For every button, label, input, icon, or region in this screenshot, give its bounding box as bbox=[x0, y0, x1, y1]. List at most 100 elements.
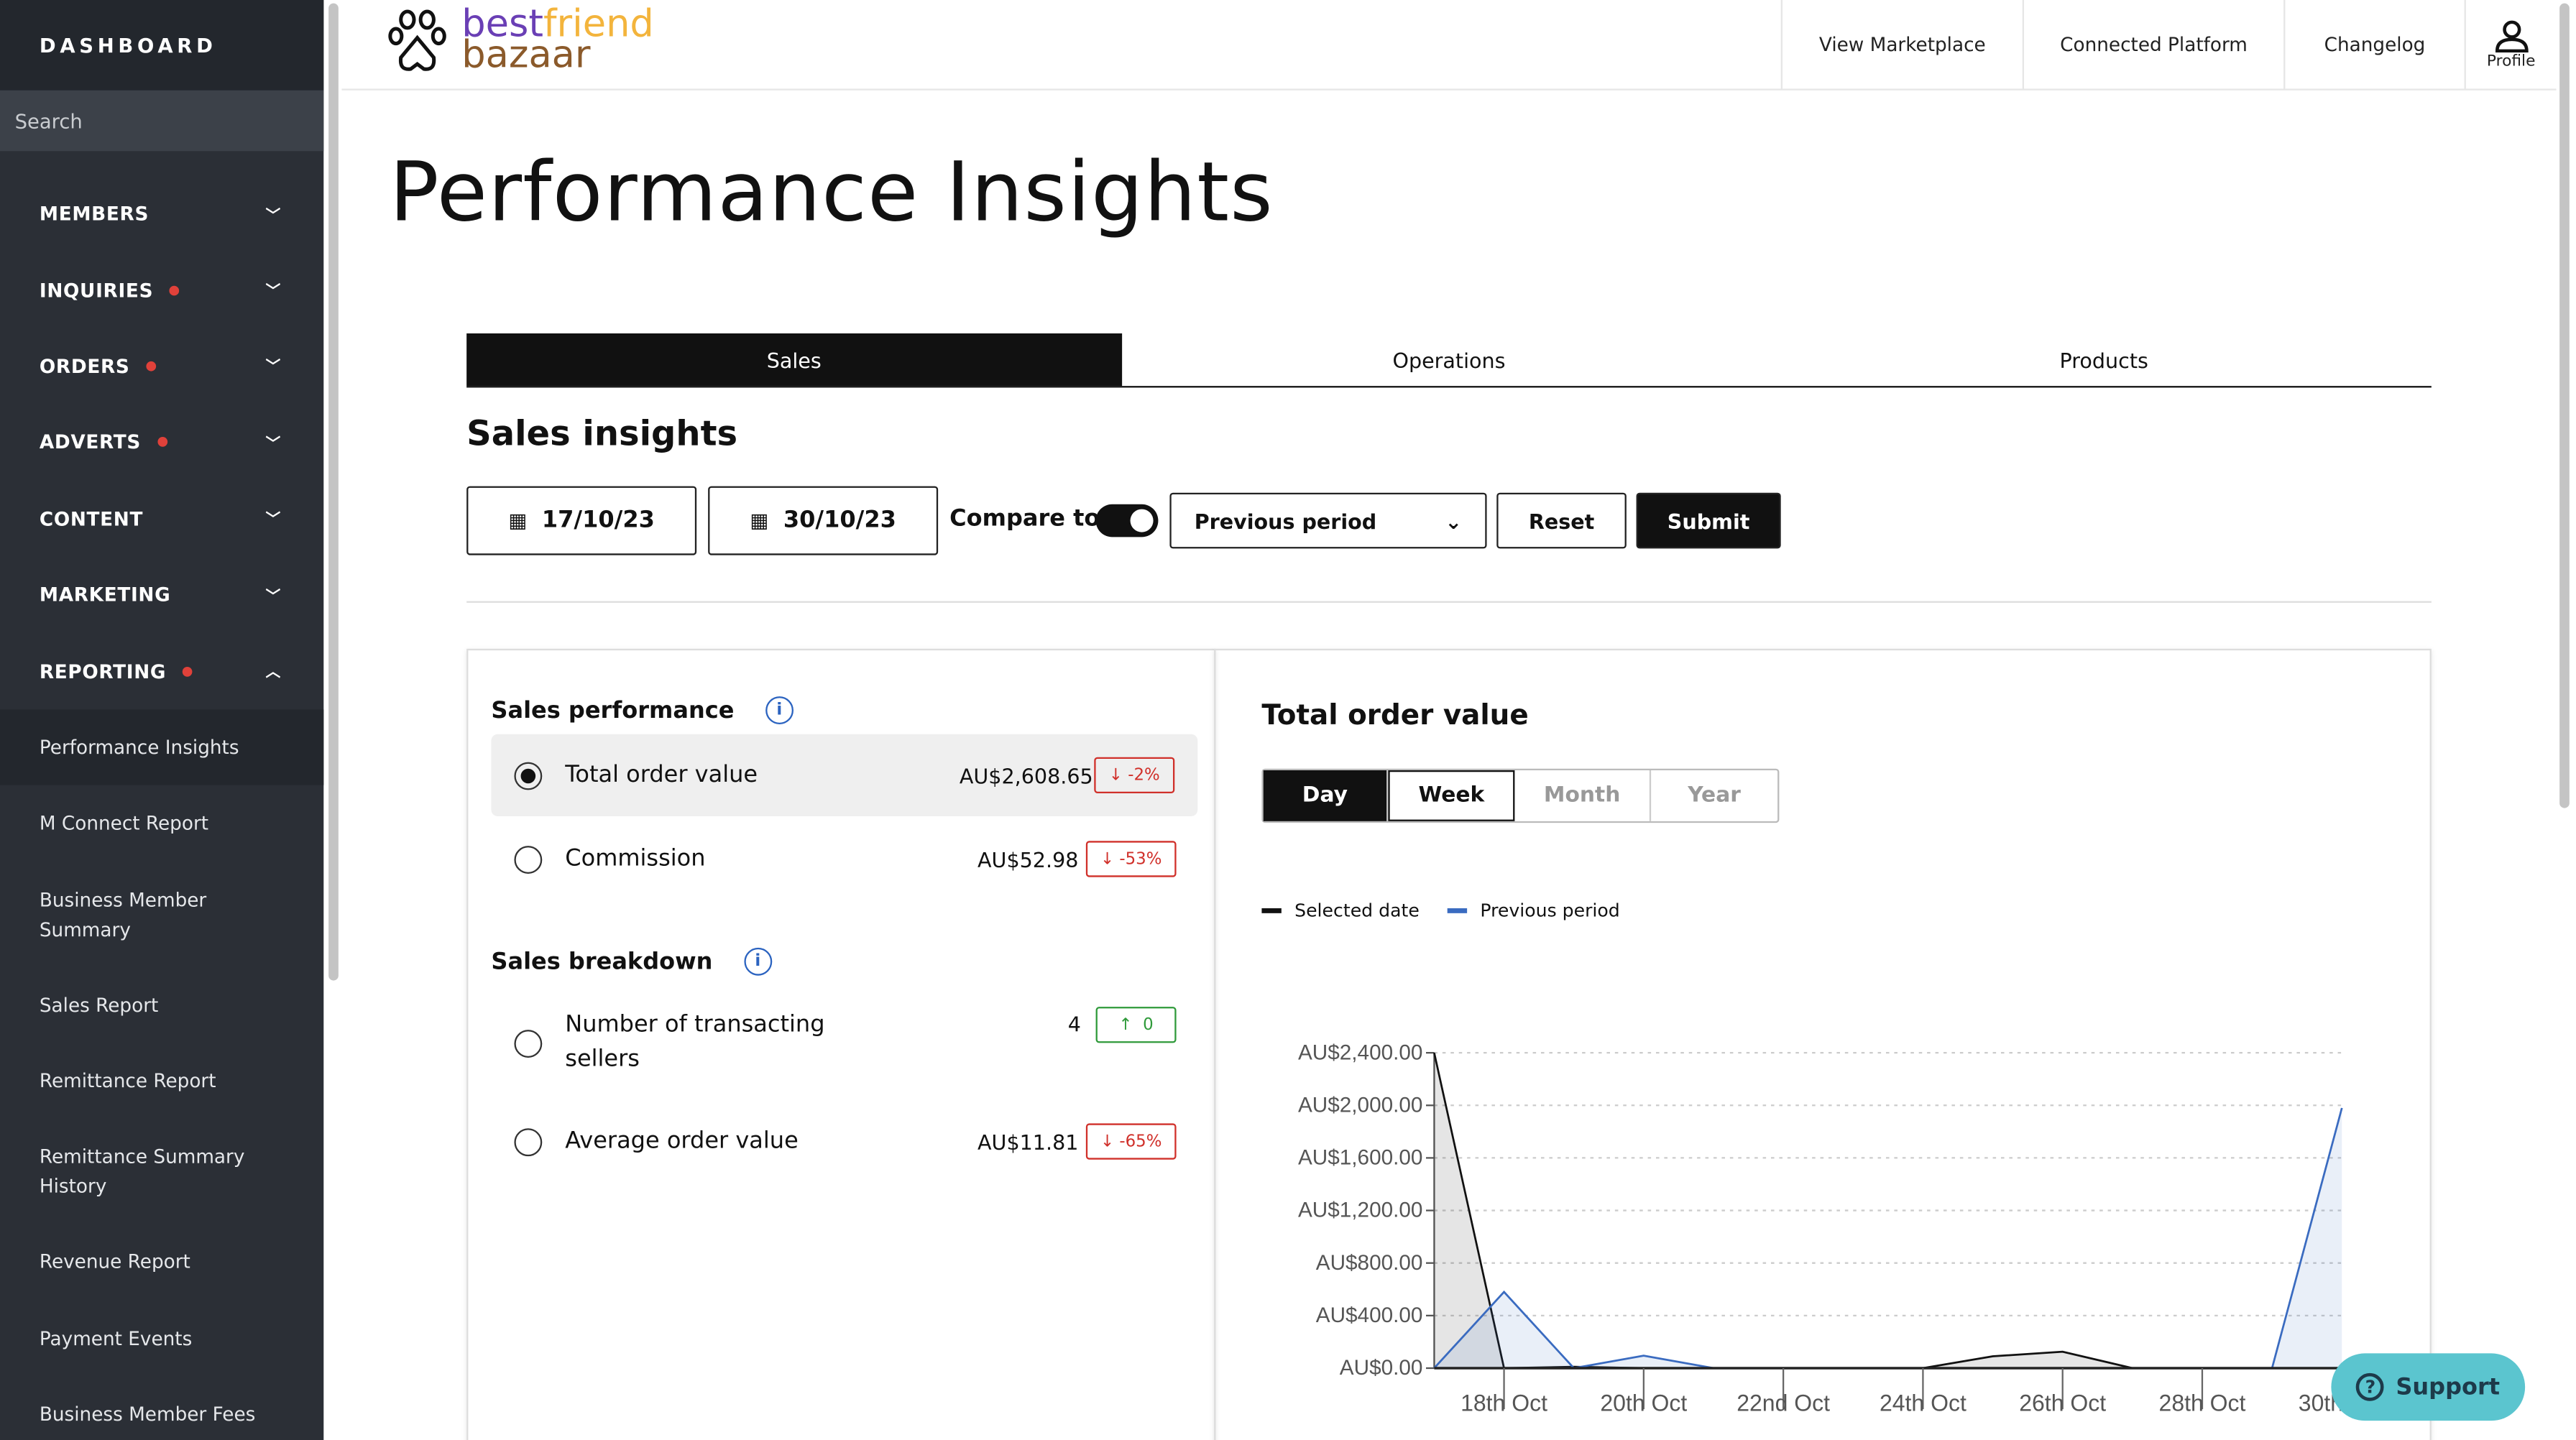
chevron-down-icon: ﹀ bbox=[265, 436, 281, 453]
section-label: MEMBERS bbox=[39, 202, 150, 226]
sidebar-item[interactable]: Remittance Summary History bbox=[0, 1119, 323, 1224]
calendar-icon: ▦ bbox=[508, 509, 528, 532]
radio-selected[interactable] bbox=[514, 761, 543, 790]
heading-text: Sales breakdown bbox=[491, 948, 713, 975]
sidebar-item-label: Business Member Fees bbox=[39, 1403, 256, 1426]
chevron-down-icon: ﹀ bbox=[265, 512, 281, 530]
paw-icon bbox=[388, 9, 446, 71]
arrow-up-icon: ↑ bbox=[1118, 1015, 1144, 1034]
x-tick-label: 26th Oct bbox=[2019, 1390, 2106, 1416]
submit-button[interactable]: Submit bbox=[1636, 492, 1781, 549]
metric-total-order-value[interactable]: Total order value AU$2,608.65 ↓ -2% bbox=[491, 734, 1198, 816]
sidebar-item-label: Remittance Report bbox=[39, 1069, 216, 1093]
sidebar-section-adverts[interactable]: ADVERTS ﹀ bbox=[0, 405, 323, 481]
radio[interactable] bbox=[514, 844, 543, 873]
chevron-down-icon: ﹀ bbox=[265, 208, 281, 225]
tab-sales[interactable]: Sales bbox=[466, 333, 1122, 387]
period-year[interactable]: Year bbox=[1651, 770, 1777, 821]
sidebar-section-content[interactable]: CONTENT ﹀ bbox=[0, 481, 323, 557]
sidebar-item[interactable]: Business Member Summary bbox=[0, 862, 323, 966]
change-badge: ↓ -53% bbox=[1085, 841, 1177, 877]
metric-value: AU$2,608.65 bbox=[959, 762, 1093, 788]
section-label: REPORTING bbox=[39, 659, 167, 683]
end-date: 30/10/23 bbox=[783, 507, 896, 534]
sidebar-item[interactable]: Business Member Fees bbox=[0, 1377, 323, 1440]
series-line bbox=[1433, 1107, 2343, 1370]
section-label: MARKETING bbox=[39, 583, 171, 606]
y-tick-label: AU$1,600.00 bbox=[1298, 1146, 1422, 1170]
nav-connected-platform[interactable]: Connected Platform bbox=[2022, 0, 2283, 89]
y-tick-label: AU$2,000.00 bbox=[1298, 1093, 1422, 1117]
section-label: ORDERS bbox=[39, 354, 130, 378]
period-selector: Day Week Month Year bbox=[1261, 768, 1780, 823]
arrow-down-icon: ↓ bbox=[1108, 766, 1128, 785]
chevron-down-icon: ⌄ bbox=[1445, 508, 1463, 533]
period-week[interactable]: Week bbox=[1388, 770, 1515, 821]
legend-selected: Selected date bbox=[1261, 900, 1420, 922]
profile-button[interactable]: Profile bbox=[2464, 0, 2557, 89]
tab-operations[interactable]: Operations bbox=[1121, 333, 1776, 386]
tab-products[interactable]: Products bbox=[1777, 333, 2432, 386]
metric-label: Total order value bbox=[565, 762, 758, 789]
period-month[interactable]: Month bbox=[1514, 770, 1652, 821]
sidebar-item[interactable]: Payment Events bbox=[0, 1301, 323, 1377]
end-date-picker[interactable]: ▦ 30/10/23 bbox=[708, 486, 939, 555]
series-area bbox=[1434, 1107, 2342, 1368]
arrow-down-icon: ↓ bbox=[1100, 1132, 1120, 1151]
info-icon[interactable]: i bbox=[765, 696, 794, 724]
top-bar: bestfriend bazaar View Marketplace Conne… bbox=[341, 0, 2557, 91]
sidebar-item[interactable]: Performance Insights bbox=[0, 709, 324, 785]
section-label: ADVERTS bbox=[39, 430, 142, 454]
x-tick-label: 24th Oct bbox=[1880, 1390, 1966, 1416]
metric-value: AU$52.98 bbox=[977, 846, 1079, 872]
sidebar-section-members[interactable]: MEMBERS ﹀ bbox=[0, 176, 323, 252]
change-badge: ↑ 0 bbox=[1095, 1007, 1177, 1043]
metric-sellers[interactable]: Number of transacting sellers 4 ↑ 0 bbox=[491, 1002, 1197, 1084]
start-date: 17/10/23 bbox=[541, 507, 655, 534]
start-date-picker[interactable]: ▦ 17/10/23 bbox=[466, 486, 697, 555]
sidebar-section-inquiries[interactable]: INQUIRIES ﹀ bbox=[0, 252, 323, 328]
support-button[interactable]: ? Support bbox=[2331, 1353, 2526, 1421]
radio[interactable] bbox=[514, 1127, 543, 1155]
reset-button[interactable]: Reset bbox=[1496, 492, 1627, 549]
sidebar-item[interactable]: Revenue Report bbox=[0, 1224, 323, 1301]
sidebar-item-label: Performance Insights bbox=[39, 735, 239, 759]
compare-select[interactable]: Previous period ⌄ bbox=[1169, 492, 1487, 549]
sidebar-item[interactable]: Remittance Report bbox=[0, 1043, 323, 1119]
notification-dot bbox=[146, 361, 157, 371]
period-day[interactable]: Day bbox=[1263, 770, 1389, 821]
metric-value: AU$11.81 bbox=[977, 1129, 1079, 1154]
nav-view-marketplace[interactable]: View Marketplace bbox=[1780, 0, 2023, 89]
sidebar-item[interactable]: M Connect Report bbox=[0, 785, 323, 862]
change-badge: ↓ -65% bbox=[1085, 1123, 1177, 1160]
y-tick-label: AU$1,200.00 bbox=[1298, 1199, 1422, 1222]
sidebar-item-label: Sales Report bbox=[39, 993, 159, 1017]
sidebar-section-orders[interactable]: ORDERS ﹀ bbox=[0, 328, 323, 405]
x-tick-label: 22nd Oct bbox=[1736, 1390, 1830, 1416]
metric-average-order-value[interactable]: Average order value AU$11.81 ↓ -65% bbox=[491, 1100, 1197, 1182]
legend-previous: Previous period bbox=[1447, 900, 1620, 921]
metric-label: Number of transacting sellers bbox=[565, 1011, 825, 1073]
compare-toggle[interactable] bbox=[1095, 504, 1159, 537]
sidebar-title: DASHBOARD bbox=[0, 0, 324, 91]
chevron-down-icon: ﹀ bbox=[265, 360, 281, 377]
divider bbox=[466, 601, 2432, 603]
info-icon[interactable]: i bbox=[743, 947, 772, 976]
sidebar-scrollbar[interactable] bbox=[328, 3, 339, 981]
radio[interactable] bbox=[514, 1028, 543, 1057]
sidebar-section-reporting[interactable]: REPORTING ︿ bbox=[0, 633, 323, 709]
sidebar-item-label: M Connect Report bbox=[39, 811, 209, 835]
nav-changelog[interactable]: Changelog bbox=[2283, 0, 2464, 89]
compare-select-value: Previous period bbox=[1194, 508, 1377, 533]
logo[interactable]: bestfriend bazaar bbox=[386, 5, 654, 78]
legend-label: Selected date bbox=[1294, 900, 1420, 922]
sidebar-item[interactable]: Sales Report bbox=[0, 966, 323, 1043]
y-tick-label: AU$0.00 bbox=[1340, 1356, 1423, 1380]
sales-breakdown-heading: Sales breakdown i bbox=[491, 947, 772, 976]
page-title: Performance Insights bbox=[389, 144, 1274, 240]
metric-commission[interactable]: Commission AU$52.98 ↓ -53% bbox=[491, 818, 1197, 900]
page-scrollbar[interactable] bbox=[2559, 3, 2570, 808]
compare-label: Compare to bbox=[949, 505, 1100, 532]
search-input[interactable]: Search bbox=[0, 90, 324, 152]
sidebar-section-marketing[interactable]: MARKETING ﹀ bbox=[0, 557, 323, 633]
